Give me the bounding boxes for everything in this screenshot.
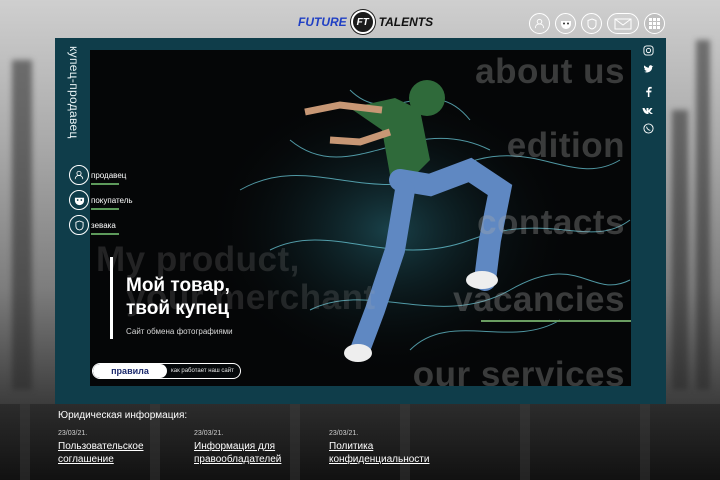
menu-about-us[interactable]: about us bbox=[475, 52, 625, 92]
legal-link-line2[interactable]: правообладателей bbox=[194, 453, 281, 466]
role-seller[interactable]: продавец bbox=[69, 165, 126, 185]
top-icon-bar bbox=[529, 13, 665, 34]
how-it-works-link[interactable]: как работает наш сайт bbox=[167, 364, 234, 378]
role-buyer-label: покупатель bbox=[91, 196, 133, 205]
background-pillar bbox=[12, 60, 32, 390]
hero-stage: about us edition contacts vacancies our … bbox=[90, 50, 631, 386]
social-bar bbox=[631, 38, 666, 404]
legal-item-terms[interactable]: 23/03/21. Пользовательское соглашение bbox=[58, 430, 144, 466]
legal-link-line1[interactable]: Информация для bbox=[194, 440, 281, 453]
legal-link-line2[interactable]: соглашение bbox=[58, 453, 144, 466]
brand-talents: TALENTS bbox=[378, 15, 434, 29]
brand-mark-icon: FT bbox=[350, 10, 375, 34]
hero-subtitle: Сайт обмена фотографиями bbox=[126, 327, 233, 336]
brand-future: FUTURE bbox=[298, 15, 347, 29]
legal-date: 23/03/21. bbox=[194, 430, 224, 437]
instagram-icon[interactable] bbox=[639, 43, 657, 57]
rules-button[interactable]: правила bbox=[93, 364, 167, 378]
title-accent-bar bbox=[110, 257, 113, 339]
legal-link-line2[interactable]: конфиденциальности bbox=[329, 453, 429, 466]
watcher-icon bbox=[69, 215, 89, 235]
role-watcher-label: зевака bbox=[91, 221, 116, 230]
legal-title: Юридическая информация: bbox=[58, 410, 188, 421]
menu-contacts[interactable]: contacts bbox=[477, 203, 625, 243]
legal-link-line1[interactable]: Пользовательское bbox=[58, 440, 144, 453]
legal-link-line1[interactable]: Политика bbox=[329, 440, 429, 453]
hero-title: Мой товар, твой купец bbox=[126, 274, 230, 320]
main-panel: купец-продавец about us edition contacts… bbox=[55, 38, 666, 404]
hero-title-line1: Мой товар, bbox=[126, 275, 230, 296]
background-pillar bbox=[672, 110, 688, 390]
role-watcher[interactable]: зевака bbox=[69, 215, 119, 235]
rules-cta: правила как работает наш сайт bbox=[92, 363, 241, 379]
sidebar-title: купец-продавец bbox=[67, 46, 81, 139]
role-underline bbox=[91, 233, 119, 235]
legal-date: 23/03/21. bbox=[58, 430, 88, 437]
mask-icon[interactable] bbox=[555, 13, 576, 34]
role-underline bbox=[91, 183, 119, 185]
menu-vacancies[interactable]: vacancies bbox=[453, 280, 625, 320]
brand-logo[interactable]: FUTURE FT TALENTS bbox=[298, 10, 433, 34]
vk-icon[interactable] bbox=[639, 104, 657, 118]
legal-item-privacy[interactable]: 23/03/21. Политика конфиденциальности bbox=[329, 430, 429, 466]
user-icon[interactable] bbox=[529, 13, 550, 34]
twitter-icon[interactable] bbox=[639, 62, 657, 76]
role-buyer[interactable]: покупатель bbox=[69, 190, 133, 210]
facebook-icon[interactable] bbox=[639, 84, 657, 98]
menu-edition[interactable]: edition bbox=[507, 126, 625, 166]
mail-icon[interactable] bbox=[607, 13, 639, 34]
grid-icon[interactable] bbox=[644, 13, 665, 34]
shield-icon[interactable] bbox=[581, 13, 602, 34]
active-menu-underline bbox=[481, 320, 631, 322]
legal-item-rightholders[interactable]: 23/03/21. Информация для правообладателе… bbox=[194, 430, 281, 466]
seller-icon bbox=[69, 165, 89, 185]
hero-title-line2: твой купец bbox=[126, 298, 230, 319]
menu-our-services[interactable]: our services bbox=[413, 355, 625, 386]
viber-icon[interactable] bbox=[639, 121, 657, 135]
role-seller-label: продавец bbox=[91, 171, 127, 180]
legal-date: 23/03/21. bbox=[329, 430, 359, 437]
background-pillar bbox=[696, 40, 710, 390]
buyer-icon bbox=[69, 190, 89, 210]
role-underline bbox=[91, 208, 119, 210]
